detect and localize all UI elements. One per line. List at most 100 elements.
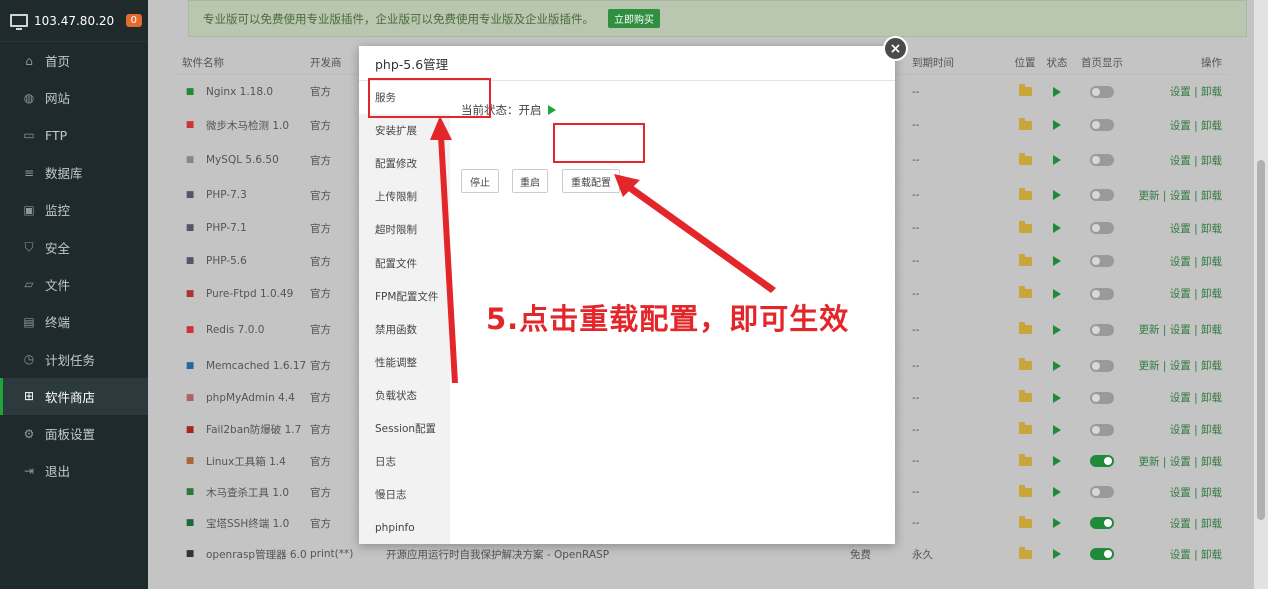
folder-icon[interactable] (1018, 322, 1032, 334)
sidebar-item-7[interactable]: ▤ 终端 (0, 303, 148, 340)
scroll-thumb[interactable] (1257, 160, 1265, 520)
sidebar-item-2[interactable]: ▭ FTP (0, 117, 148, 154)
page-scrollbar[interactable] (1254, 0, 1268, 589)
reload-config-button[interactable]: 重载配置 (562, 169, 620, 193)
home-display-toggle[interactable] (1090, 85, 1114, 98)
sidebar-item-3[interactable]: ≡ 数据库 (0, 154, 148, 191)
folder-icon[interactable] (1018, 152, 1032, 165)
home-display-toggle[interactable] (1090, 359, 1114, 372)
running-icon[interactable] (1053, 518, 1061, 528)
home-display-toggle[interactable] (1090, 222, 1114, 234)
software-logo-icon: ■ (185, 288, 195, 299)
buy-now-button[interactable]: 立即购买 (608, 9, 660, 28)
sidebar-item-1[interactable]: ◍ 网站 (0, 79, 148, 116)
row-actions[interactable]: 更新 | 设置 | 卸载 (1132, 454, 1230, 469)
row-actions[interactable]: 设置 | 卸载 (1132, 286, 1230, 301)
folder-icon[interactable] (1018, 515, 1032, 528)
dialog-menu-item[interactable]: 安装扩展 (359, 114, 450, 147)
dialog-menu-item[interactable]: 日志 (359, 445, 450, 478)
running-icon[interactable] (1053, 223, 1061, 233)
home-display-toggle[interactable] (1090, 189, 1114, 201)
running-icon[interactable] (1053, 288, 1061, 299)
software-logo-icon: ■ (185, 518, 195, 528)
dialog-menu-item[interactable]: 超时限制 (359, 213, 450, 246)
row-actions[interactable]: 设置 | 卸载 (1132, 390, 1230, 405)
folder-icon[interactable] (1018, 390, 1032, 402)
running-icon[interactable] (1053, 456, 1061, 466)
home-display-toggle[interactable] (1090, 154, 1114, 166)
running-icon[interactable] (1053, 424, 1061, 435)
home-display-toggle[interactable] (1090, 548, 1114, 560)
running-icon[interactable] (1053, 392, 1061, 403)
home-display-toggle[interactable] (1090, 255, 1114, 267)
folder-icon[interactable] (1018, 358, 1032, 370)
row-actions[interactable]: 设置 | 卸载 (1132, 516, 1230, 531)
sidebar-item-4[interactable]: ▣ 监控 (0, 191, 148, 228)
folder-icon[interactable] (1018, 220, 1032, 233)
home-display-toggle[interactable] (1090, 287, 1114, 300)
running-icon[interactable] (1053, 256, 1061, 266)
row-actions[interactable]: 设置 | 卸载 (1132, 221, 1230, 236)
dialog-menu-item[interactable]: phpinfo (359, 511, 450, 544)
sidebar-item-9[interactable]: ⊞ 软件商店 (0, 377, 148, 415)
dialog-menu-item[interactable]: 配置修改 (359, 147, 450, 180)
sidebar-item-8[interactable]: ◷ 计划任务 (0, 340, 148, 377)
restart-button[interactable]: 重启 (512, 169, 548, 193)
folder-icon[interactable] (1018, 453, 1032, 466)
running-icon[interactable] (1053, 487, 1061, 497)
folder-icon[interactable] (1018, 484, 1032, 497)
sidebar-item-11[interactable]: ⇥ 退出 (0, 452, 148, 489)
running-icon[interactable] (1053, 155, 1061, 165)
running-icon[interactable] (1053, 324, 1061, 335)
message-badge[interactable]: 0 (125, 14, 142, 27)
home-display-toggle[interactable] (1090, 517, 1114, 529)
sidebar-item-5[interactable]: ⛉ 安全 (0, 228, 148, 265)
expire-time: -- (912, 222, 920, 234)
folder-icon[interactable] (1018, 84, 1032, 96)
home-display-toggle[interactable] (1090, 391, 1114, 404)
running-icon[interactable] (1053, 360, 1061, 371)
running-icon[interactable] (1053, 86, 1061, 97)
sidebar-item-6[interactable]: ▱ 文件 (0, 266, 148, 303)
dialog-menu-item[interactable]: 负载状态 (359, 379, 450, 412)
sidebar-item-label: FTP (45, 127, 68, 143)
dialog-menu-item[interactable]: Session配置 (359, 412, 450, 445)
row-actions[interactable]: 设置 | 卸载 (1132, 118, 1230, 133)
folder-icon[interactable] (1018, 253, 1032, 266)
close-icon[interactable]: × (883, 36, 908, 61)
dialog-menu-item[interactable]: 慢日志 (359, 478, 450, 511)
home-display-toggle[interactable] (1090, 486, 1114, 498)
sidebar-item-0[interactable]: ⌂ 首页 (0, 42, 148, 79)
row-actions[interactable]: 设置 | 卸载 (1132, 547, 1230, 562)
running-icon[interactable] (1053, 549, 1061, 559)
home-display-toggle[interactable] (1090, 119, 1114, 131)
row-actions[interactable]: 更新 | 设置 | 卸载 (1132, 322, 1230, 337)
dialog-menu-item[interactable]: 性能调整 (359, 346, 450, 379)
row-actions[interactable]: 设置 | 卸载 (1132, 254, 1230, 269)
row-actions[interactable]: 设置 | 卸载 (1132, 84, 1230, 99)
home-icon: ⌂ (25, 53, 33, 68)
stop-button[interactable]: 停止 (461, 169, 499, 193)
folder-icon[interactable] (1018, 187, 1032, 200)
folder-icon[interactable] (1018, 286, 1032, 298)
folder-icon[interactable] (1018, 546, 1032, 559)
home-display-toggle[interactable] (1090, 423, 1114, 436)
row-actions[interactable]: 设置 | 卸载 (1132, 485, 1230, 500)
folder-icon[interactable] (1018, 117, 1032, 130)
running-icon[interactable] (1053, 120, 1061, 130)
software-logo-icon: ■ (185, 487, 195, 497)
row-actions[interactable]: 设置 | 卸载 (1132, 422, 1230, 437)
home-display-toggle[interactable] (1090, 323, 1114, 336)
row-actions[interactable]: 更新 | 设置 | 卸载 (1132, 188, 1230, 203)
software-logo-icon: ■ (185, 456, 195, 466)
row-actions[interactable]: 更新 | 设置 | 卸载 (1132, 358, 1230, 373)
dialog-menu-item[interactable]: 上传限制 (359, 180, 450, 213)
dialog-menu-item[interactable]: 禁用函数 (359, 313, 450, 346)
home-display-toggle[interactable] (1090, 455, 1114, 467)
row-actions[interactable]: 设置 | 卸载 (1132, 153, 1230, 168)
running-icon[interactable] (1053, 190, 1061, 200)
dialog-menu-item[interactable]: FPM配置文件 (359, 280, 450, 313)
dialog-menu-item[interactable]: 配置文件 (359, 246, 450, 279)
folder-icon[interactable] (1018, 422, 1032, 434)
sidebar-item-10[interactable]: ⚙ 面板设置 (0, 415, 148, 452)
